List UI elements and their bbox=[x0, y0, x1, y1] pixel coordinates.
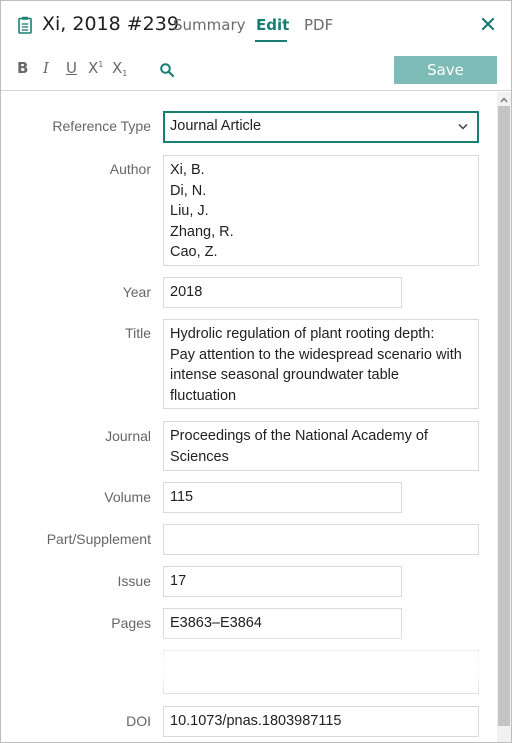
underline-button[interactable]: U bbox=[66, 59, 77, 77]
chevron-down-icon bbox=[458, 124, 468, 130]
title-line: Hydrolic regulation of plant rooting dep… bbox=[170, 326, 435, 342]
pages-field[interactable]: E3863–E3864 bbox=[163, 608, 402, 639]
subscript-letter: X bbox=[112, 59, 123, 77]
title-field[interactable]: Hydrolic regulation of plant rooting dep… bbox=[163, 319, 479, 409]
subscript-mark: 1 bbox=[122, 69, 128, 78]
year-label: Year bbox=[122, 284, 151, 300]
active-tab-indicator bbox=[255, 40, 287, 42]
author-field[interactable]: Xi, B. Di, N. Liu, J. Zhang, R. Cao, Z. bbox=[163, 155, 479, 266]
doi-field[interactable]: 10.1073/pnas.1803987115 bbox=[163, 706, 479, 737]
author-line: Cao, Z. bbox=[170, 244, 218, 260]
issue-value: 17 bbox=[170, 573, 187, 589]
year-value: 2018 bbox=[170, 284, 203, 300]
italic-button[interactable]: I bbox=[43, 59, 49, 77]
reference-title: Xi, 2018 #239 bbox=[42, 13, 179, 35]
volume-label: Volume bbox=[104, 489, 151, 505]
scroll-up-arrow-icon[interactable] bbox=[500, 96, 508, 104]
tab-pdf[interactable]: PDF bbox=[304, 16, 333, 34]
superscript-letter: X bbox=[88, 59, 99, 77]
author-label: Author bbox=[109, 161, 151, 177]
clipboard-icon bbox=[18, 16, 32, 34]
part-supplement-label: Part/Supplement bbox=[46, 531, 151, 547]
journal-label: Journal bbox=[105, 428, 151, 444]
title-label: Title bbox=[125, 325, 151, 341]
volume-value: 115 bbox=[170, 489, 194, 505]
journal-field[interactable]: Proceedings of the National Academy of S… bbox=[163, 421, 479, 471]
vertical-scrollbar[interactable] bbox=[497, 92, 511, 742]
issue-field[interactable]: 17 bbox=[163, 566, 402, 597]
doi-value: 10.1073/pnas.1803987115 bbox=[170, 713, 342, 729]
part-supplement-field[interactable] bbox=[163, 524, 479, 555]
volume-field[interactable]: 115 bbox=[163, 482, 402, 513]
author-line: Di, N. bbox=[170, 182, 207, 199]
scrollbar-thumb[interactable] bbox=[498, 106, 510, 726]
reference-type-label: Reference Type bbox=[52, 118, 151, 134]
hidden-field[interactable] bbox=[163, 650, 479, 694]
bold-button[interactable]: B bbox=[17, 59, 28, 77]
reference-type-value: Journal Article bbox=[170, 118, 262, 134]
superscript-mark: 1 bbox=[98, 60, 104, 69]
formatting-toolbar: B I U X1 X1 Save bbox=[1, 49, 511, 91]
search-icon[interactable] bbox=[159, 62, 175, 78]
doi-label: DOI bbox=[126, 713, 151, 729]
author-line: Zhang, R. bbox=[170, 223, 234, 240]
close-icon[interactable] bbox=[479, 15, 497, 33]
journal-line: Sciences bbox=[170, 448, 229, 465]
title-line: Pay attention to the widespread scenario… bbox=[170, 346, 462, 363]
author-line: Xi, B. bbox=[170, 162, 205, 178]
title-line: intense seasonal groundwater table bbox=[170, 367, 399, 383]
tab-edit[interactable]: Edit bbox=[256, 16, 289, 34]
reference-type-select[interactable]: Journal Article bbox=[163, 111, 479, 143]
header: Xi, 2018 #239 Summary Edit PDF bbox=[1, 1, 511, 49]
save-button[interactable]: Save bbox=[394, 56, 497, 84]
pages-value: E3863–E3864 bbox=[170, 615, 262, 631]
superscript-button[interactable]: X1 bbox=[88, 59, 103, 77]
pages-label: Pages bbox=[111, 615, 151, 631]
reference-editor-panel: Xi, 2018 #239 Summary Edit PDF B I U X1 … bbox=[0, 0, 512, 743]
tab-summary[interactable]: Summary bbox=[173, 16, 246, 34]
journal-line: Proceedings of the National Academy of bbox=[170, 428, 428, 444]
subscript-button[interactable]: X1 bbox=[112, 59, 127, 78]
year-field[interactable]: 2018 bbox=[163, 277, 402, 308]
title-line: fluctuation bbox=[170, 387, 237, 404]
author-line: Liu, J. bbox=[170, 203, 209, 219]
issue-label: Issue bbox=[117, 573, 151, 589]
